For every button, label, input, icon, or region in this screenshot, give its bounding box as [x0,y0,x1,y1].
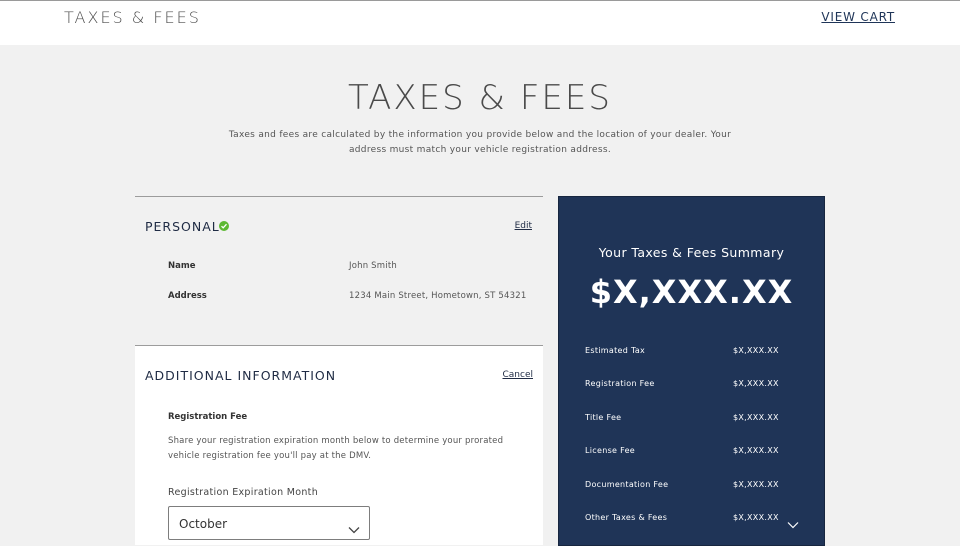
summary-row-label: Registration Fee [585,379,655,388]
cancel-link[interactable]: Cancel [503,370,534,380]
edit-personal-link[interactable]: Edit [515,221,532,231]
summary-row-other-taxes-fees[interactable]: Other Taxes & Fees $X,XXX.XX [585,513,815,529]
summary-row-value: $X,XXX.XX [733,379,779,388]
expiration-month-label: Registration Expiration Month [168,487,319,498]
header-title: TAXES & FEES [64,8,201,27]
summary-title: Your Taxes & Fees Summary [598,245,785,260]
summary-row-registration-fee: Registration Fee $X,XXX.XX [585,379,815,393]
chevron-down-icon [348,519,360,538]
summary-row-label: Estimated Tax [585,346,646,355]
registration-fee-heading: Registration Fee [168,412,248,422]
summary-row-estimated-tax: Estimated Tax $X,XXX.XX [585,346,815,360]
summary-row-value: $X,XXX.XX [733,413,779,422]
summary-row-value: $X,XXX.XX [733,446,779,455]
summary-row-label: License Fee [585,446,636,455]
additional-heading: ADDITIONAL INFORMATION [145,368,337,383]
personal-section: PERSONAL Edit Name John Smith Address 12… [135,196,543,342]
summary-row-title-fee: Title Fee $X,XXX.XX [585,413,815,427]
name-value: John Smith [349,261,397,271]
view-cart-link[interactable]: VIEW CART [821,10,895,24]
chevron-down-icon[interactable] [787,514,799,533]
additional-information-section: ADDITIONAL INFORMATION Cancel Registrati… [135,345,543,545]
name-label: Name [168,261,196,271]
summary-row-documentation-fee: Documentation Fee $X,XXX.XX [585,480,815,494]
expiration-month-value: October [179,517,228,531]
summary-row-value: $X,XXX.XX [733,513,779,522]
page-title: TAXES & FEES [348,78,612,118]
expiration-month-select[interactable]: October [168,506,370,540]
personal-heading: PERSONAL [145,219,220,234]
summary-row-value: $X,XXX.XX [733,480,779,489]
summary-row-label: Documentation Fee [585,480,669,489]
summary-total: $X,XXX.XX [589,273,794,311]
summary-row-license-fee: License Fee $X,XXX.XX [585,446,815,460]
address-value: 1234 Main Street, Hometown, ST 54321 [349,291,527,301]
address-label: Address [168,291,207,301]
top-bar: TAXES & FEES VIEW CART [0,0,960,45]
summary-row-value: $X,XXX.XX [733,346,779,355]
summary-row-label: Title Fee [585,413,622,422]
page-subtitle: Taxes and fees are calculated by the inf… [228,130,732,155]
taxes-fees-summary-panel: Your Taxes & Fees Summary $X,XXX.XX Esti… [558,196,825,546]
summary-row-label: Other Taxes & Fees [585,513,668,522]
check-circle-icon [219,221,229,231]
registration-fee-description: Share your registration expiration month… [168,436,504,461]
